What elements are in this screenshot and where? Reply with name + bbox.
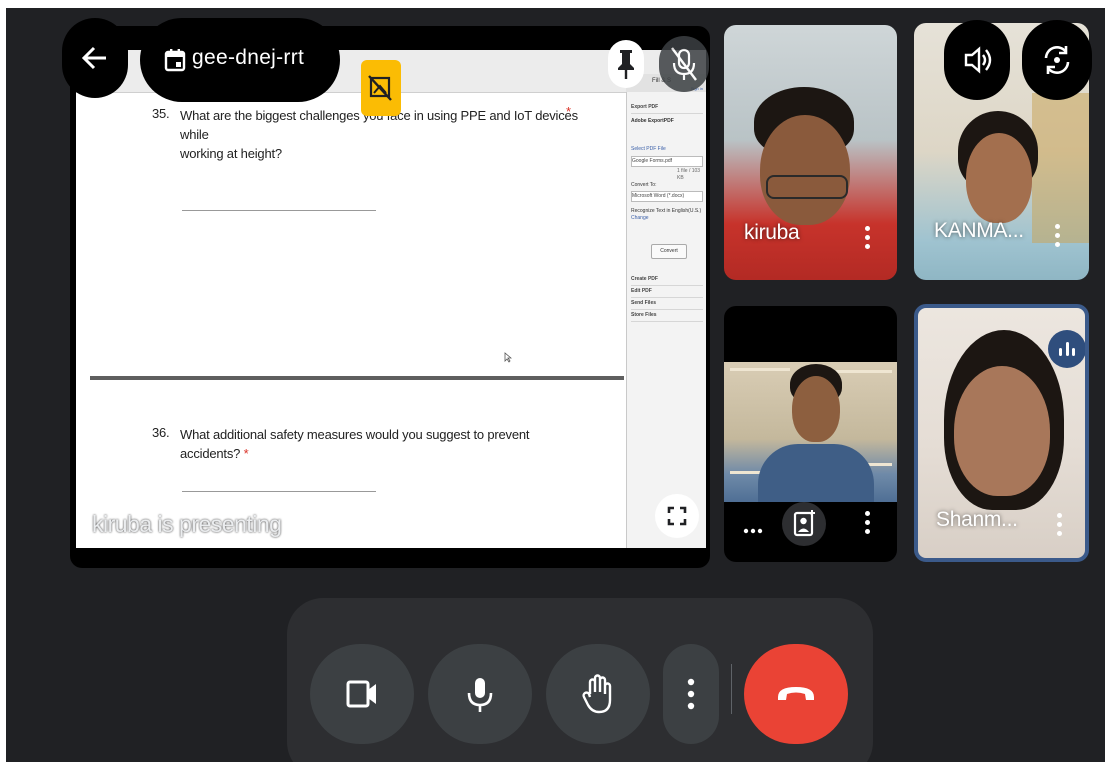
pin-button[interactable] [608,40,644,88]
presenting-label: kiruba is presenting [92,511,282,537]
switch-camera-button[interactable] [1022,20,1092,100]
camera-toggle-button[interactable] [310,644,414,744]
send-files-section[interactable]: Send Files [631,298,703,310]
fullscreen-button[interactable] [655,494,699,538]
back-button[interactable] [62,18,128,98]
add-person-icon [793,510,815,537]
participant-name: Shanm... [936,508,1018,531]
convert-button[interactable]: Convert [651,244,687,259]
participant-tile-shanm[interactable]: Shanm... [914,304,1089,562]
fullscreen-icon [667,506,687,526]
shared-document: Fill & S Sign in 35. What are the bigges… [76,50,706,548]
pdf-tools-pane: Export PDF Adobe ExportPDF Select PDF Fi… [626,92,706,548]
file-meta: 1 file / 103 KB [677,168,701,181]
store-files-section[interactable]: Store Files [631,310,703,322]
more-vert-icon [687,678,695,710]
end-call-icon [778,687,814,700]
answer-field-36[interactable] [182,491,376,492]
arrow-left-icon [81,46,106,70]
page-divider [90,376,624,380]
mic-toggle-button[interactable] [428,644,532,744]
raise-hand-icon [582,674,612,714]
more-options-icon[interactable] [1052,221,1062,251]
participant-muted-button[interactable] [659,36,709,92]
meeting-code: gee-dnej-rrt [192,46,305,69]
participant-face [966,133,1032,223]
question-text-line2: working at height? [180,146,282,161]
participant-tile-kiruba[interactable]: kiruba [724,25,897,280]
participant-shirt [758,444,874,502]
participant-tile-3[interactable] [724,306,897,562]
select-file-label: Select PDF File [631,146,666,152]
participant-face [760,115,850,225]
more-options-icon[interactable] [862,223,872,253]
presentation-paused-badge [361,60,401,116]
adobe-export-title: Adobe ExportPDF [631,118,674,124]
meet-call-screen: Fill & S Sign in 35. What are the bigges… [6,8,1105,762]
change-link[interactable]: Change [631,215,703,222]
recognize-text-label: Recognize Text in English(U.S.) [631,208,702,214]
audio-output-button[interactable] [944,20,1010,100]
more-options-button[interactable] [663,644,719,744]
glasses [766,175,848,199]
controls-divider [731,664,732,714]
question-text: What additional safety measures would yo… [180,425,592,463]
file-name-box[interactable]: Google Forms.pdf [631,156,703,167]
question-number: 35. [152,106,170,121]
required-asterisk: * [566,104,571,119]
participant-name: kiruba [744,221,800,244]
participant-video [724,362,897,502]
more-options-icon[interactable] [862,508,872,538]
convert-to-label: Convert To: [631,182,657,188]
mic-off-icon [671,47,697,81]
create-pdf-section[interactable]: Create PDF [631,274,703,286]
participant-face [792,376,840,442]
leave-call-button[interactable] [744,644,848,744]
convert-format-select[interactable]: Microsoft Word (*.docx) [631,191,703,202]
more-options-icon[interactable] [1054,510,1064,540]
mouse-cursor-icon [504,352,513,366]
participant-face [954,366,1050,496]
flip-camera-icon [1044,46,1070,74]
calendar-icon [164,49,186,72]
edit-pdf-section[interactable]: Edit PDF [631,286,703,298]
required-asterisk: * [243,446,249,461]
answer-field-35[interactable] [182,210,376,211]
question-number: 36. [152,425,170,440]
question-36: 36. What additional safety measures woul… [152,425,592,461]
participant-name: KANMA... [934,219,1024,242]
mic-icon [467,678,493,712]
question-text-line1: What additional safety measures would yo… [180,427,530,461]
pin-icon [618,50,634,79]
speaking-indicator [1048,330,1085,368]
raise-hand-button[interactable] [546,644,650,744]
export-pdf-section[interactable]: Export PDF [631,102,703,114]
volume-icon [964,46,992,74]
meeting-info-pill[interactable]: gee-dnej-rrt [140,18,340,102]
add-people-button[interactable] [782,502,826,546]
camera-icon [346,680,376,708]
cast-off-icon [368,75,392,101]
more-icon[interactable] [742,522,764,534]
